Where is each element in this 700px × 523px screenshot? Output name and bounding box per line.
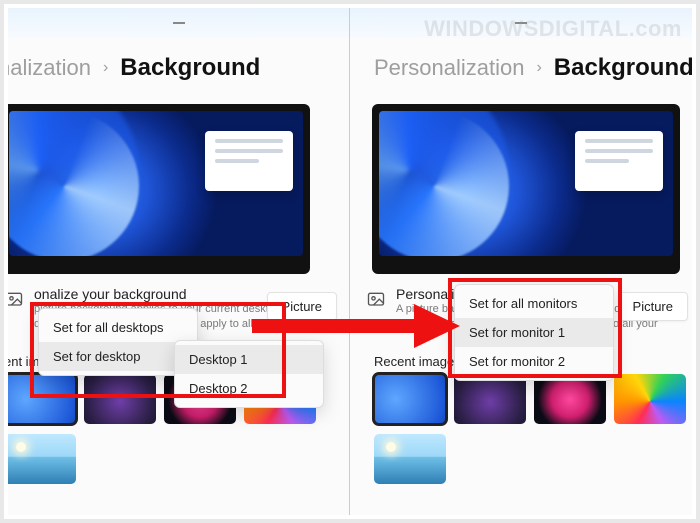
- breadcrumb: nalization › Background: [8, 54, 260, 82]
- wallpaper-thumb-beach[interactable]: [374, 434, 446, 484]
- chevron-right-icon: ›: [103, 59, 108, 77]
- window-titlebar: [8, 8, 349, 38]
- recent-images-row: [374, 374, 686, 424]
- context-menu-monitors: Set for all monitors Set for monitor 1 S…: [454, 284, 614, 381]
- background-preview-monitor: [372, 104, 680, 274]
- preview-wallpaper: [379, 111, 673, 256]
- pane-desktops: nalization › Background onalize your bac…: [8, 8, 350, 515]
- menu-item-monitor-1[interactable]: Set for monitor 1: [455, 318, 613, 347]
- breadcrumb-parent[interactable]: nalization: [8, 55, 91, 81]
- preview-note-card: [575, 131, 663, 191]
- background-type-dropdown[interactable]: Picture: [618, 292, 688, 321]
- background-preview-monitor: [8, 104, 310, 274]
- wallpaper-thumb-rainbow[interactable]: [614, 374, 686, 424]
- preview-wallpaper: [9, 111, 303, 256]
- submenu-item-desktop-2[interactable]: Desktop 2: [175, 374, 323, 403]
- recent-images-row2: [374, 434, 446, 484]
- preview-note-card: [205, 131, 293, 191]
- recent-images-row2: [8, 434, 76, 484]
- bloom-wallpaper-icon: [9, 111, 189, 256]
- window-titlebar: [350, 8, 692, 38]
- submenu-item-desktop-1[interactable]: Desktop 1: [175, 345, 323, 374]
- comparison-container: nalization › Background onalize your bac…: [8, 8, 692, 515]
- wallpaper-thumb-beach[interactable]: [8, 434, 76, 484]
- picture-icon: [366, 290, 386, 315]
- wallpaper-thumb-dark[interactable]: [454, 374, 526, 424]
- breadcrumb-current: Background: [120, 54, 260, 82]
- chevron-right-icon: ›: [536, 59, 541, 77]
- breadcrumb-current: Background: [554, 54, 692, 82]
- menu-item-monitor-2[interactable]: Set for monitor 2: [455, 347, 613, 376]
- menu-item-all-desktops[interactable]: Set for all desktops: [39, 313, 197, 342]
- wallpaper-thumb-dark[interactable]: [84, 374, 156, 424]
- breadcrumb: Personalization › Background: [374, 54, 692, 82]
- pane-monitors: Personalization › Background Personalize…: [350, 8, 692, 515]
- recent-images-label: Recent images: [374, 354, 461, 369]
- bloom-wallpaper-icon: [379, 111, 559, 256]
- context-submenu-desktops: Desktop 1 Desktop 2: [174, 340, 324, 408]
- picture-icon: [8, 290, 24, 315]
- wallpaper-thumb-bloom[interactable]: [374, 374, 446, 424]
- wallpaper-thumb-glow[interactable]: [534, 374, 606, 424]
- breadcrumb-parent[interactable]: Personalization: [374, 55, 524, 81]
- menu-item-all-monitors[interactable]: Set for all monitors: [455, 289, 613, 318]
- background-type-dropdown[interactable]: Picture: [267, 292, 337, 321]
- wallpaper-thumb-bloom[interactable]: [8, 374, 76, 424]
